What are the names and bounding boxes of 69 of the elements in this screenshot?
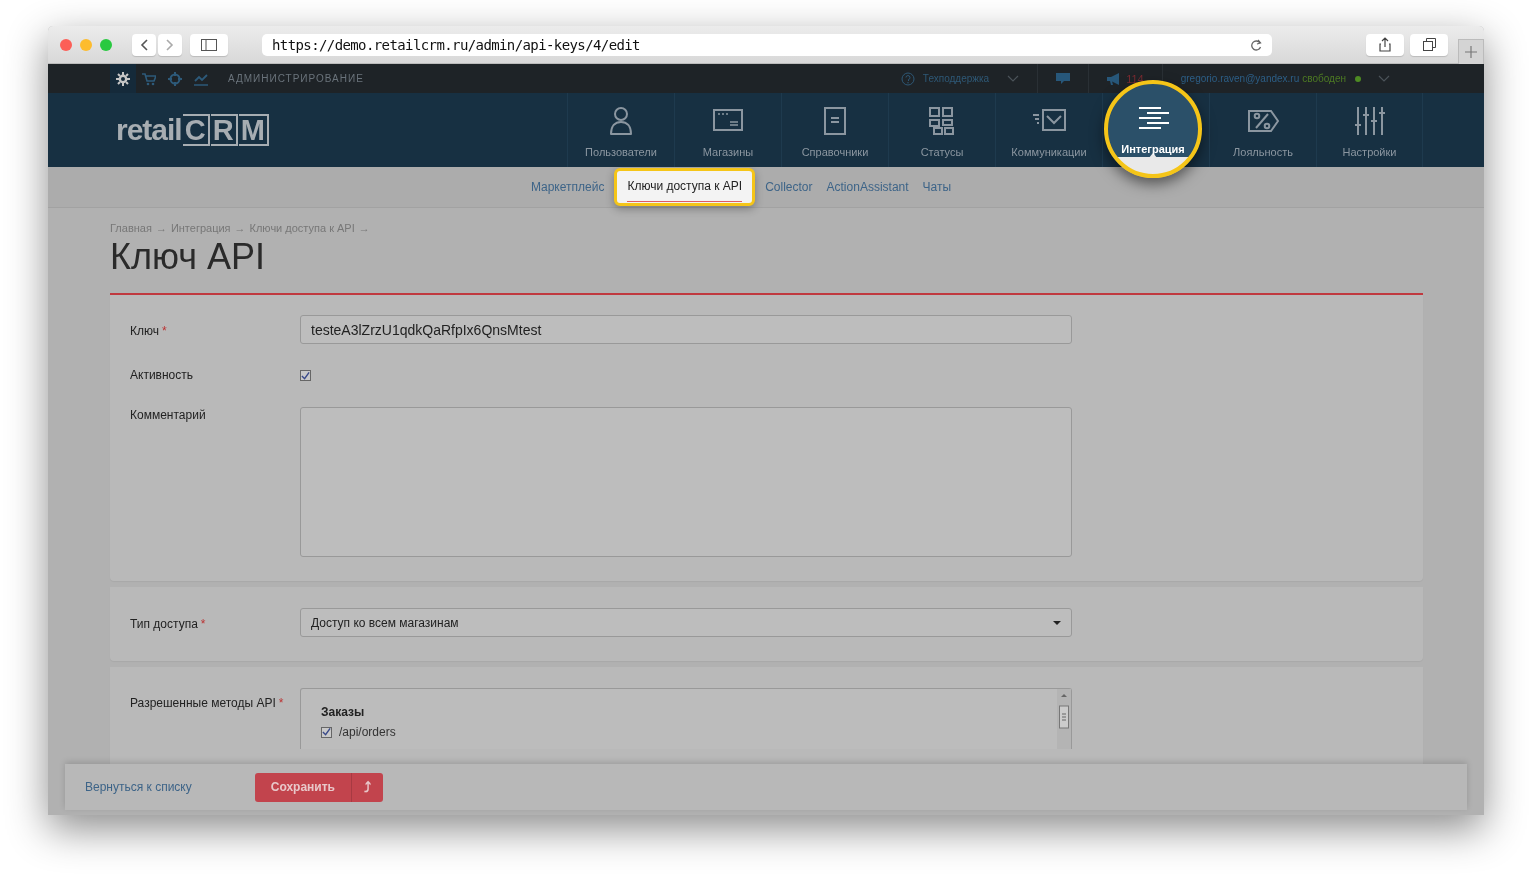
nav-item[interactable]: Магазины — [675, 93, 781, 167]
field-label: Ключ — [130, 324, 159, 338]
forward-button[interactable] — [158, 33, 182, 56]
access-type-select[interactable]: Доступ ко всем магазинам — [300, 608, 1072, 637]
field-label: Комментарий — [130, 408, 206, 422]
breadcrumb-separator: → — [234, 222, 246, 234]
save-button[interactable]: Сохранить — [254, 772, 351, 802]
nav-item[interactable]: Коммуникации — [996, 93, 1102, 167]
retailcrm-logo[interactable]: retailC R M — [116, 93, 269, 167]
subnav-tab[interactable]: Маркетплейс — [526, 176, 609, 198]
share-icon — [1379, 37, 1391, 52]
nav-item[interactable]: Статусы — [889, 93, 995, 167]
tabs-icon — [1422, 38, 1436, 51]
target-icon — [168, 71, 182, 86]
required-mark: * — [278, 696, 284, 710]
chevron-down-icon[interactable] — [1378, 75, 1390, 82]
section-title: АДМИНИСТРИРОВАНИЕ — [228, 73, 364, 84]
user-status: свободен — [1302, 73, 1346, 84]
page-title: Ключ API — [110, 236, 266, 278]
nav-item[interactable]: Лояльность — [1210, 93, 1316, 167]
field-label: Тип доступа — [130, 617, 198, 631]
field-label: Активность — [130, 368, 193, 382]
nav-item[interactable]: Настройки — [1317, 93, 1422, 167]
breadcrumb-separator: → — [155, 222, 167, 234]
zoom-window-button[interactable] — [100, 38, 112, 51]
sidebar-icon — [201, 38, 217, 51]
url-text: https://demo.retailcrm.ru/admin/api-keys/4/edit — [272, 36, 640, 53]
subnav-tab[interactable]: Ключи доступа к API — [614, 168, 756, 206]
forward-icon — [166, 38, 174, 51]
tabs-button[interactable] — [1410, 33, 1448, 56]
nav-item[interactable]: Пользователи — [568, 93, 674, 167]
method-group-title: Заказы — [321, 705, 366, 719]
address-bar[interactable]: https://demo.retailcrm.ru/admin/api-keys/4/edit — [262, 33, 1272, 56]
back-icon — [140, 38, 148, 51]
share-button[interactable] — [1366, 33, 1404, 56]
reload-icon[interactable] — [1250, 38, 1262, 51]
back-to-list-link[interactable]: Вернуться к списку — [85, 780, 192, 794]
section-tab[interactable] — [110, 64, 136, 93]
save-options-button[interactable]: ⤴ — [351, 772, 383, 802]
breadcrumb-separator: → — [358, 222, 370, 234]
nav-item[interactable]: Справочники — [782, 93, 888, 167]
checkbox[interactable] — [321, 726, 332, 738]
gear-icon — [116, 71, 130, 86]
close-window-button[interactable] — [60, 38, 72, 51]
chevron-down-icon[interactable] — [1007, 75, 1020, 82]
pointer-icon — [1148, 153, 1158, 159]
sidebar-button[interactable] — [190, 33, 228, 56]
check-icon — [322, 727, 331, 737]
subnav-tab[interactable]: Чаты — [918, 176, 956, 198]
subnav-tab[interactable]: Collector — [761, 176, 817, 198]
cart-icon — [142, 71, 156, 86]
caret-icon — [1053, 620, 1061, 625]
help-icon[interactable] — [900, 71, 915, 86]
back-button[interactable] — [132, 33, 156, 56]
chat-icon[interactable] — [1056, 72, 1071, 85]
key-input[interactable]: testeA3lZrzU1qdkQaRfpIx6QnsMtest — [300, 315, 1072, 344]
method-label: /api/orders — [339, 725, 396, 739]
field-label: Разрешенные методы API — [130, 696, 276, 710]
checkbox[interactable] — [300, 370, 311, 381]
required-mark: * — [162, 324, 167, 338]
required-mark: * — [200, 617, 206, 631]
minimize-window-button[interactable] — [80, 38, 92, 51]
new-tab-button[interactable] — [1458, 39, 1484, 64]
scrollbar[interactable] — [1057, 689, 1071, 749]
subnav-tab[interactable]: ActionAssistant — [822, 176, 913, 198]
status-dot-icon — [1355, 75, 1361, 82]
plus-icon — [1465, 46, 1477, 58]
check-icon — [301, 370, 310, 381]
chart-icon — [194, 71, 208, 86]
